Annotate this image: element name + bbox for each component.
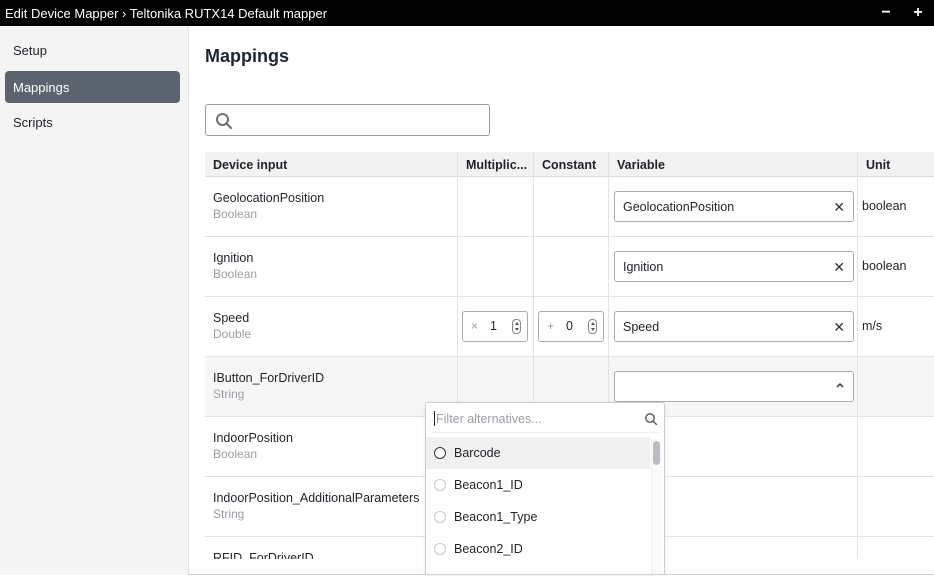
variable-cell: Speed ✕ [609,297,858,357]
dropdown-option[interactable]: Barcode [426,437,650,469]
device-input-type: Boolean [213,447,258,461]
unit-cell: boolean [858,237,934,297]
radio-icon [434,447,446,459]
unit-value: boolean [862,259,907,273]
device-input-cell: RFID_ForDriverID [205,537,458,559]
variable-select[interactable] [614,371,854,402]
option-label: Beacon2_ID [454,542,523,556]
radio-icon [434,511,446,523]
sidebar: Setup Mappings Scripts [0,26,189,575]
clear-icon[interactable]: ✕ [833,259,845,276]
table-header: Device input Multiplic... Constant Varia… [205,152,934,177]
device-input-type: Boolean [213,207,258,221]
device-input-name: RFID_ForDriverID [213,551,314,559]
window-titlebar: Edit Device Mapper › Teltonika RUTX14 De… [0,0,934,26]
column-header-variable[interactable]: Variable [609,152,858,177]
variable-value: Ignition [623,259,664,274]
sidebar-item-label: Setup [13,42,47,58]
table-row[interactable]: Ignition Boolean Ignition ✕ boolean [205,237,934,297]
filter-input[interactable]: Filter alternatives... [432,405,660,433]
device-input-type: Double [213,327,252,341]
variable-select[interactable]: Speed ✕ [614,311,854,342]
filter-placeholder: Filter alternatives... [436,411,542,426]
variable-value: Speed [623,319,660,334]
spinner-icon[interactable] [512,319,521,334]
multiplier-cell [458,177,534,237]
window-title: Edit Device Mapper › Teltonika RUTX14 De… [5,5,328,21]
radio-icon [434,479,446,491]
device-input-name: Ignition [213,251,254,265]
device-input-name: GeolocationPosition [213,191,325,205]
column-header-constant[interactable]: Constant [534,152,609,177]
device-input-name: Speed [213,311,250,325]
column-header-multiplier[interactable]: Multiplic... [458,152,534,177]
option-label: Barcode [454,446,501,460]
device-input-type: Boolean [213,267,258,281]
variable-dropdown: Filter alternatives... Barcode Beacon1_I… [425,402,665,576]
variable-cell: Ignition ✕ [609,237,858,297]
column-header-unit[interactable]: Unit [858,152,934,177]
device-input-cell: Ignition Boolean [205,237,458,297]
unit-cell [858,357,934,417]
dropdown-option[interactable]: Beacon2_ID [426,533,650,565]
text-cursor [434,411,435,426]
plus-icon: + [547,319,555,333]
device-input-cell: IndoorPosition Boolean [205,417,458,477]
unit-cell [858,537,934,559]
unit-cell: m/s [858,297,934,357]
unit-cell [858,477,934,537]
sidebar-item-mappings[interactable]: Mappings [5,71,180,103]
spinner-icon[interactable] [588,319,597,334]
clear-icon[interactable]: ✕ [833,319,845,336]
constant-value: 0 [566,319,573,333]
minimize-button[interactable]: − [870,0,902,26]
chevron-up-icon[interactable] [835,380,845,390]
multiplier-stepper[interactable]: × 1 [462,311,528,342]
radio-icon [434,543,446,555]
variable-select[interactable]: GeolocationPosition ✕ [614,191,854,222]
constant-cell [534,237,609,297]
variable-select[interactable]: Ignition ✕ [614,251,854,282]
constant-stepper[interactable]: + 0 [538,311,604,342]
device-input-cell: IndoorPosition_AdditionalParameters Stri… [205,477,458,537]
maximize-button[interactable]: + [902,0,934,26]
multiplier-cell: × 1 [458,297,534,357]
device-input-type: String [213,387,245,401]
device-input-type: String [213,507,245,521]
constant-cell [534,177,609,237]
device-input-name: IndoorPosition_AdditionalParameters [213,491,420,505]
sidebar-item-setup[interactable]: Setup [5,34,180,66]
unit-cell: boolean [858,177,934,237]
sidebar-item-label: Mappings [13,79,70,95]
multiplier-value: 1 [490,319,497,333]
multiplier-cell [458,237,534,297]
unit-cell [858,417,934,477]
column-header-device-input[interactable]: Device input [205,152,458,177]
dropdown-option[interactable]: Beacon1_ID [426,469,650,501]
device-input-cell: GeolocationPosition Boolean [205,177,458,237]
device-input-name: IButton_ForDriverID [213,371,325,385]
dropdown-scrollbar[interactable] [653,441,660,465]
search-input[interactable] [205,104,490,136]
device-input-cell: IButton_ForDriverID String [205,357,458,417]
search-icon [216,113,232,129]
unit-value: boolean [862,199,907,213]
variable-value: GeolocationPosition [623,199,735,214]
table-row[interactable]: Speed Double × 1 + 0 Speed ✕ m/s [205,297,934,357]
option-label: Beacon1_Type [454,510,538,524]
constant-cell: + 0 [534,297,609,357]
page-title: Mappings [205,46,289,66]
variable-cell: GeolocationPosition ✕ [609,177,858,237]
multiply-icon: × [471,319,479,333]
device-input-cell: Speed Double [205,297,458,357]
table-row[interactable]: GeolocationPosition Boolean GeolocationP… [205,177,934,237]
sidebar-item-label: Scripts [13,114,53,130]
clear-icon[interactable]: ✕ [833,199,845,216]
device-input-name: IndoorPosition [213,431,293,445]
dropdown-option[interactable]: Beacon1_Type [426,501,650,533]
option-label: Beacon1_ID [454,478,523,492]
unit-value: m/s [862,319,883,333]
sidebar-item-scripts[interactable]: Scripts [5,106,180,138]
search-icon [645,413,658,426]
